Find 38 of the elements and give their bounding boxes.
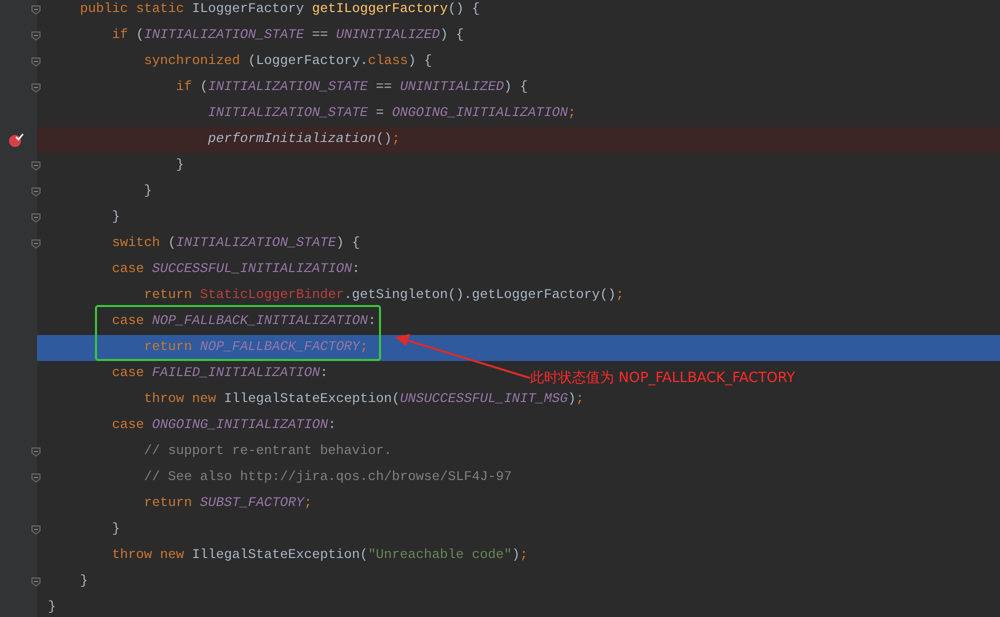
code-line: } — [174, 157, 184, 175]
code-line: performInitialization(); — [206, 131, 400, 149]
code-line: } — [142, 183, 152, 201]
code-line: } — [48, 599, 56, 617]
code-line: throw new IllegalStateException("Unreachable code"); — [110, 547, 528, 565]
code-line: } — [78, 573, 88, 591]
code-line: case SUCCESSFUL_INITIALIZATION: — [110, 261, 360, 279]
code-line: public static ILoggerFactory getILoggerFactory() { — [78, 1, 480, 19]
code-line: } — [110, 521, 120, 539]
fold-icon[interactable] — [31, 473, 41, 483]
fold-icon[interactable] — [31, 31, 41, 41]
code-line: if (INITIALIZATION_STATE == UNINITIALIZED) { — [174, 79, 528, 97]
annotation-label: 此时状态值为 NOP_FALLBACK_FACTORY — [530, 369, 796, 388]
fold-icon[interactable] — [31, 83, 41, 93]
code-line: INITIALIZATION_STATE = ONGOING_INITIALIZATION; — [206, 105, 576, 123]
fold-icon[interactable] — [31, 213, 41, 223]
code-line: return SUBST_FACTORY; — [142, 495, 312, 513]
fold-icon[interactable] — [31, 161, 41, 171]
code-line: case ONGOING_INITIALIZATION: — [110, 417, 336, 435]
fold-icon[interactable] — [31, 239, 41, 249]
fold-icon[interactable] — [31, 5, 41, 15]
code-line: throw new IllegalStateException(UNSUCCESSFUL_INIT_MSG); — [142, 391, 584, 409]
code-line: return StaticLoggerBinder.getSingleton().getLoggerFactory(); — [142, 287, 624, 305]
code-line: } — [110, 209, 120, 227]
fold-icon[interactable] — [31, 525, 41, 535]
code-line: case NOP_FALLBACK_INITIALIZATION: — [110, 313, 376, 331]
code-line: // See also http://jira.qos.ch/browse/SLF4J-97 — [142, 469, 512, 487]
code-line: synchronized (LoggerFactory.class) { — [142, 53, 432, 71]
code-line: switch (INITIALIZATION_STATE) { — [110, 235, 360, 253]
code-line: if (INITIALIZATION_STATE == UNINITIALIZED) { — [110, 27, 464, 45]
fold-icon[interactable] — [31, 187, 41, 197]
fold-icon[interactable] — [31, 577, 41, 587]
code-line: case FAILED_INITIALIZATION: — [110, 365, 328, 383]
code-line: return NOP_FALLBACK_FACTORY; — [142, 339, 368, 357]
code-line: // support re-entrant behavior. — [142, 443, 392, 461]
fold-icon[interactable] — [31, 57, 41, 67]
breakpoint-icon[interactable] — [8, 132, 24, 148]
fold-icon[interactable] — [31, 447, 41, 457]
